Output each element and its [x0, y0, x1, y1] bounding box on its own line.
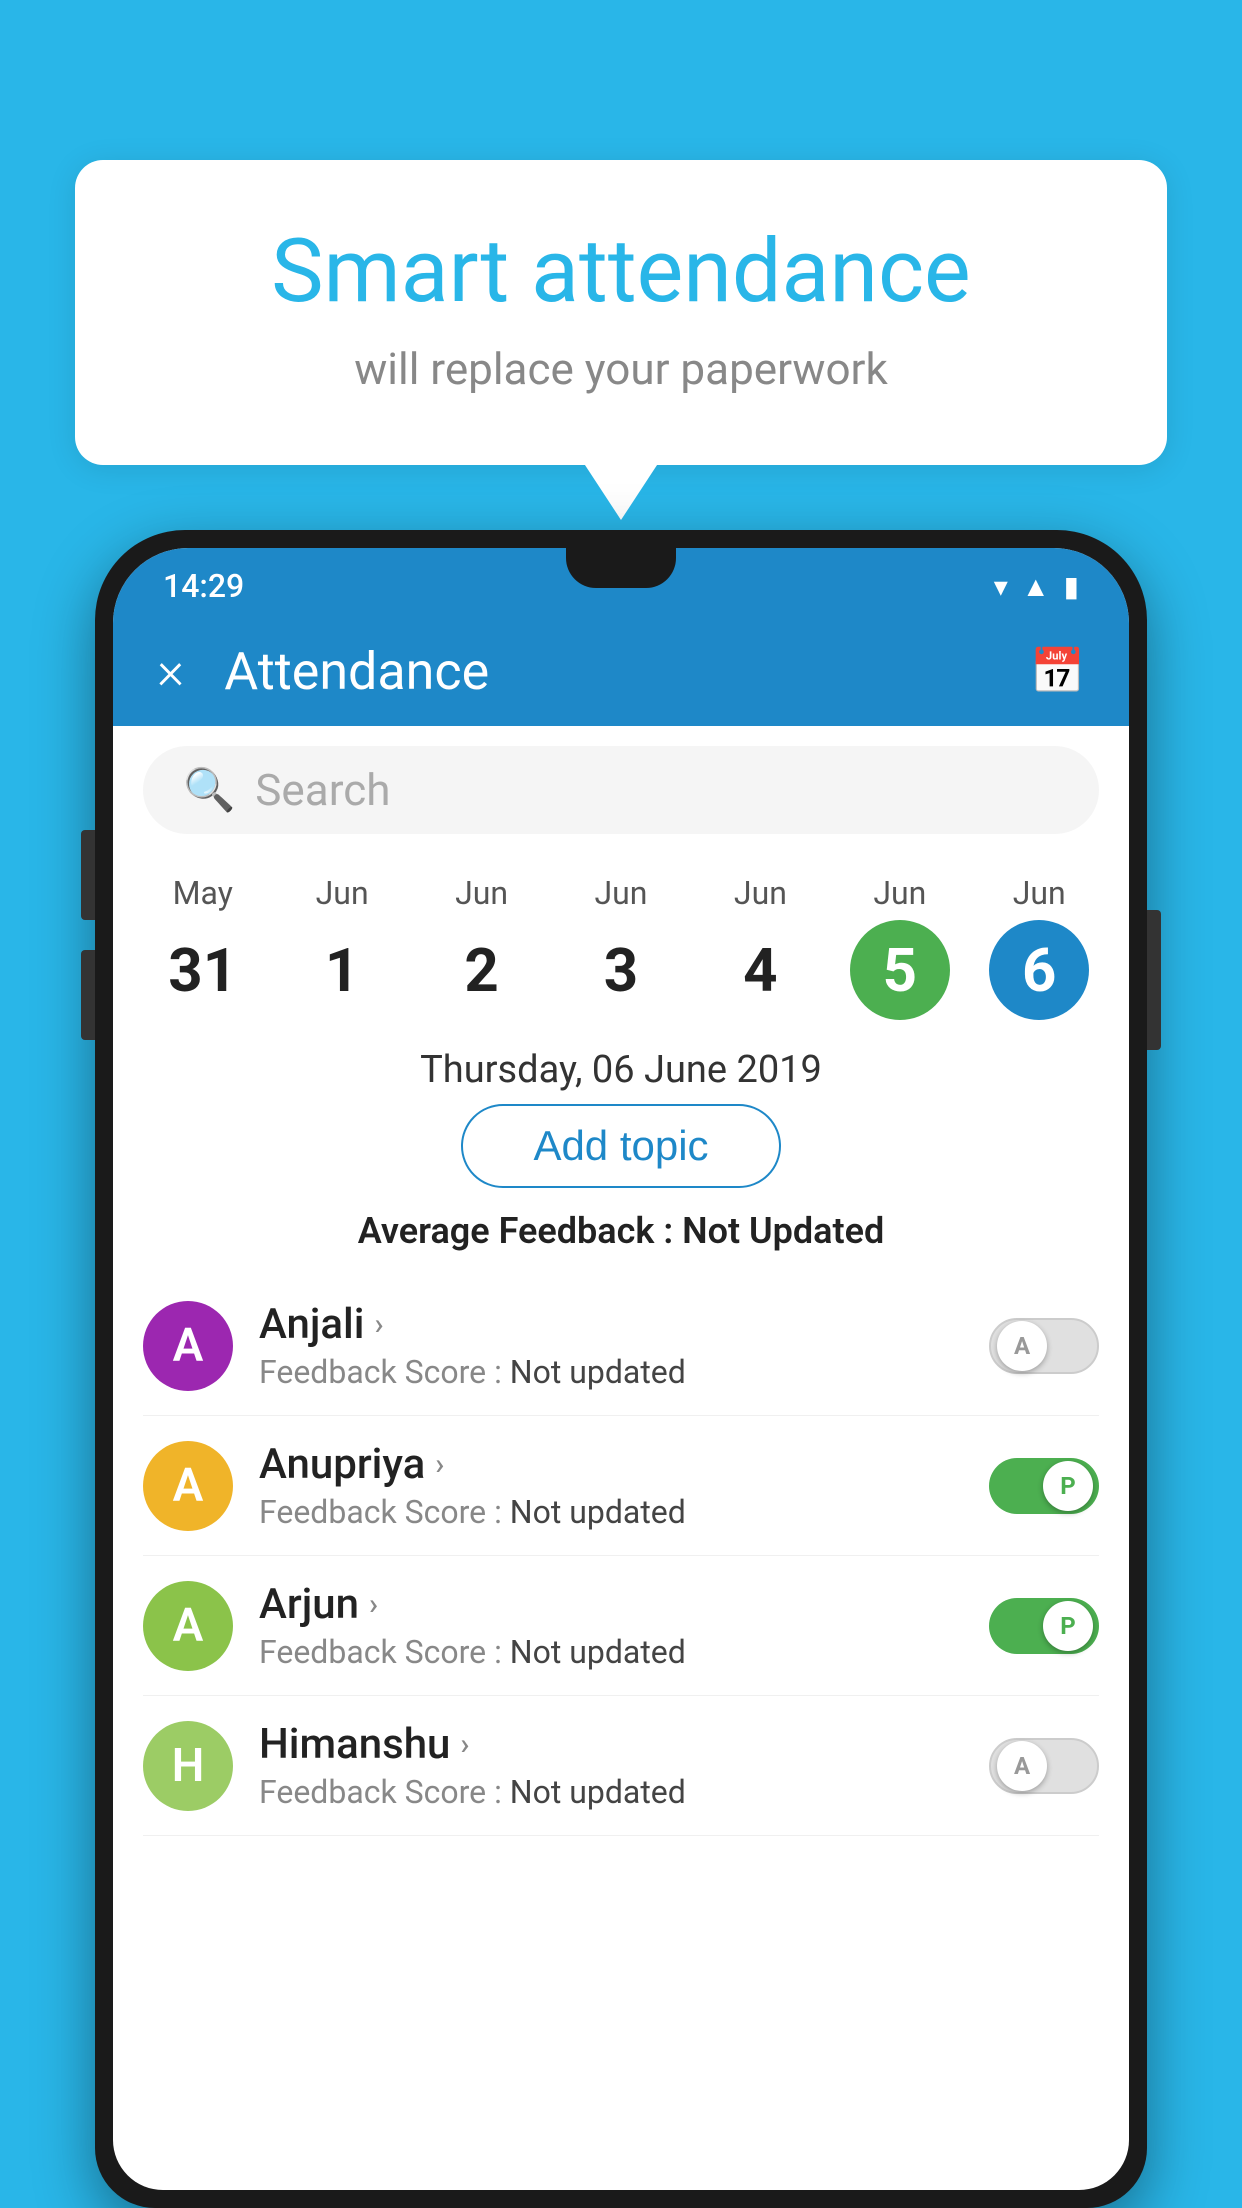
attendance-toggle[interactable]: P — [989, 1598, 1099, 1654]
student-feedback: Feedback Score : Not updated — [259, 1493, 989, 1531]
chevron-right-icon: › — [460, 1727, 469, 1762]
student-list: AAnjali ›Feedback Score : Not updatedAAA… — [113, 1276, 1129, 1836]
student-item[interactable]: A Anupriya › Feedback Score : Not updated P — [143, 1416, 1099, 1556]
toggle-knob: A — [997, 1741, 1047, 1791]
phone-screen: 14:29 ▾ ▲ ▮ × Attendance 📅 🔍 Search May 3… — [113, 548, 1129, 2190]
chevron-right-icon: › — [435, 1447, 444, 1482]
cal-month-label: May — [173, 874, 233, 912]
toggle-knob: A — [997, 1321, 1047, 1371]
student-avatar: H — [143, 1721, 233, 1811]
chevron-right-icon: › — [374, 1307, 383, 1342]
average-feedback: Average Feedback : Not Updated — [113, 1210, 1129, 1252]
attendance-toggle-container: P — [989, 1458, 1099, 1514]
attendance-toggle[interactable]: A — [989, 1318, 1099, 1374]
status-icons: ▾ ▲ ▮ — [994, 570, 1079, 603]
speech-bubble-container: Smart attendance will replace your paper… — [75, 160, 1167, 465]
search-icon: 🔍 — [183, 766, 235, 815]
student-name: Himanshu › — [259, 1720, 989, 1769]
avg-feedback-label: Average Feedback : — [358, 1210, 682, 1252]
app-title: Attendance — [224, 641, 1030, 702]
student-info: Himanshu › Feedback Score : Not updated — [233, 1720, 989, 1811]
cal-date-label: 5 — [850, 920, 950, 1020]
attendance-toggle[interactable]: A — [989, 1738, 1099, 1794]
student-name: Anupriya › — [259, 1440, 989, 1489]
avg-feedback-value: Not Updated — [682, 1210, 884, 1252]
signal-icon: ▲ — [1022, 570, 1050, 603]
add-topic-button[interactable]: Add topic — [461, 1104, 780, 1188]
cal-date-label: 31 — [153, 920, 253, 1020]
cal-month-label: Jun — [734, 874, 787, 912]
wifi-icon: ▾ — [994, 570, 1008, 603]
battery-icon: ▮ — [1064, 570, 1079, 603]
student-item[interactable]: H Himanshu › Feedback Score : Not updatedA — [143, 1696, 1099, 1836]
student-feedback: Feedback Score : Not updated — [259, 1633, 989, 1671]
chevron-right-icon: › — [369, 1587, 378, 1622]
search-bar[interactable]: 🔍 Search — [143, 746, 1099, 834]
calendar-day[interactable]: Jun 6 — [989, 874, 1089, 1020]
student-info: Arjun › Feedback Score : Not updated — [233, 1580, 989, 1671]
cal-month-label: Jun — [1013, 874, 1066, 912]
cal-month-label: Jun — [455, 874, 508, 912]
volume-down-button — [81, 950, 95, 1040]
app-bar: × Attendance 📅 — [113, 616, 1129, 726]
cal-date-label: 6 — [989, 920, 1089, 1020]
attendance-toggle-container: A — [989, 1738, 1099, 1794]
cal-month-label: Jun — [594, 874, 647, 912]
calendar-icon[interactable]: 📅 — [1030, 645, 1085, 697]
student-item[interactable]: AAnjali ›Feedback Score : Not updatedA — [143, 1276, 1099, 1416]
speech-bubble: Smart attendance will replace your paper… — [75, 160, 1167, 465]
cal-date-label: 1 — [292, 920, 392, 1020]
attendance-toggle[interactable]: P — [989, 1458, 1099, 1514]
bubble-subtitle: will replace your paperwork — [155, 343, 1087, 395]
cal-date-label: 3 — [571, 920, 671, 1020]
search-placeholder: Search — [255, 764, 390, 816]
status-time: 14:29 — [163, 567, 244, 605]
calendar-day[interactable]: Jun 1 — [292, 874, 392, 1020]
calendar-day[interactable]: Jun 4 — [710, 874, 810, 1020]
student-name: Anjali › — [259, 1300, 989, 1349]
cal-month-label: Jun — [316, 874, 369, 912]
calendar-day[interactable]: Jun 2 — [432, 874, 532, 1020]
phone-notch — [566, 548, 676, 588]
attendance-toggle-container: P — [989, 1598, 1099, 1654]
attendance-toggle-container: A — [989, 1318, 1099, 1374]
selected-date: Thursday, 06 June 2019 — [113, 1048, 1129, 1092]
student-item[interactable]: A Arjun › Feedback Score : Not updated P — [143, 1556, 1099, 1696]
student-feedback: Feedback Score : Not updated — [259, 1773, 989, 1811]
bubble-title: Smart attendance — [155, 220, 1087, 323]
student-info: Anupriya › Feedback Score : Not updated — [233, 1440, 989, 1531]
calendar-strip: May 31 Jun 1 Jun 2 Jun 3 Jun 4 Jun 5 Jun 6 — [113, 854, 1129, 1030]
calendar-day[interactable]: Jun 3 — [571, 874, 671, 1020]
cal-month-label: Jun — [873, 874, 926, 912]
close-button[interactable]: × — [157, 645, 184, 697]
student-avatar: A — [143, 1581, 233, 1671]
calendar-day[interactable]: Jun 5 — [850, 874, 950, 1020]
student-name: Arjun › — [259, 1580, 989, 1629]
calendar-day[interactable]: May 31 — [153, 874, 253, 1020]
student-avatar: A — [143, 1441, 233, 1531]
cal-date-label: 4 — [710, 920, 810, 1020]
power-button — [1147, 910, 1161, 1050]
volume-up-button — [81, 830, 95, 920]
toggle-knob: P — [1043, 1461, 1093, 1511]
phone-frame: 14:29 ▾ ▲ ▮ × Attendance 📅 🔍 Search May 3… — [95, 530, 1147, 2208]
toggle-knob: P — [1043, 1601, 1093, 1651]
student-info: Anjali › Feedback Score : Not updated — [233, 1300, 989, 1391]
student-feedback: Feedback Score : Not updated — [259, 1353, 989, 1391]
student-avatar: A — [143, 1301, 233, 1391]
cal-date-label: 2 — [432, 920, 532, 1020]
